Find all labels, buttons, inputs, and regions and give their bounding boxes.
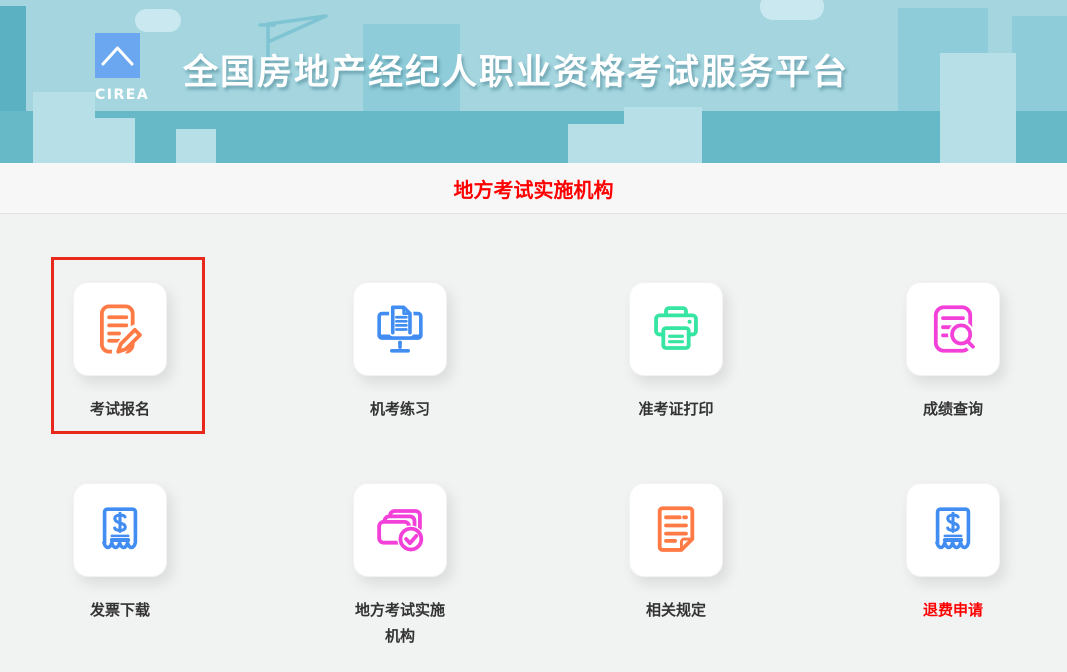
card-label: 成绩查询 — [905, 396, 1001, 422]
card-label: 机考练习 — [352, 396, 448, 422]
service-grid: 考试报名 — [0, 214, 1067, 672]
stacked-cards-check-icon — [371, 501, 429, 559]
card-label: 考试报名 — [72, 396, 168, 422]
document-lines-icon — [647, 501, 705, 559]
logo-text: CIREA — [95, 87, 141, 103]
card-label: 退费申请 — [905, 597, 1001, 623]
section-bar: 地方考试实施机构 — [0, 163, 1067, 214]
score-inquiry-tile[interactable] — [906, 282, 1000, 376]
admission-ticket-print-tile[interactable] — [629, 282, 723, 376]
printer-icon — [647, 300, 705, 358]
monitor-document-icon — [371, 300, 429, 358]
card-label: 发票下载 — [72, 597, 168, 623]
section-title: 地方考试实施机构 — [454, 174, 614, 203]
site-title: 全国房地产经纪人职业资格考试服务平台 — [183, 44, 849, 95]
card-refund-application[interactable]: 退费申请 — [853, 483, 1053, 623]
card-exam-registration[interactable]: 考试报名 — [20, 282, 220, 422]
card-admission-ticket-print[interactable]: 准考证打印 — [576, 282, 776, 422]
receipt-dollar-icon — [924, 501, 982, 559]
card-label: 准考证打印 — [628, 396, 724, 422]
refund-application-tile[interactable] — [906, 483, 1000, 577]
site-logo[interactable]: CIREA — [95, 33, 141, 103]
card-computer-practice[interactable]: 机考练习 — [300, 282, 500, 422]
card-invoice-download[interactable]: 发票下载 — [20, 483, 220, 623]
card-regulations[interactable]: 相关规定 — [576, 483, 776, 623]
invoice-download-tile[interactable] — [73, 483, 167, 577]
regulations-tile[interactable] — [629, 483, 723, 577]
exam-registration-tile[interactable] — [73, 282, 167, 376]
card-label: 相关规定 — [628, 597, 724, 623]
card-local-exam-agencies[interactable]: 地方考试实施机构 — [300, 483, 500, 650]
roof-chevron-icon — [95, 33, 140, 78]
document-pencil-icon — [91, 300, 149, 358]
header-banner: CIREA 全国房地产经纪人职业资格考试服务平台 — [0, 0, 1067, 163]
card-label: 地方考试实施机构 — [352, 597, 448, 650]
receipt-dollar-icon — [91, 501, 149, 559]
local-exam-agencies-tile[interactable] — [353, 483, 447, 577]
document-magnifier-icon — [924, 300, 982, 358]
computer-practice-tile[interactable] — [353, 282, 447, 376]
page: CIREA 全国房地产经纪人职业资格考试服务平台 地方考试实施机构 — [0, 0, 1067, 672]
card-score-inquiry[interactable]: 成绩查询 — [853, 282, 1053, 422]
